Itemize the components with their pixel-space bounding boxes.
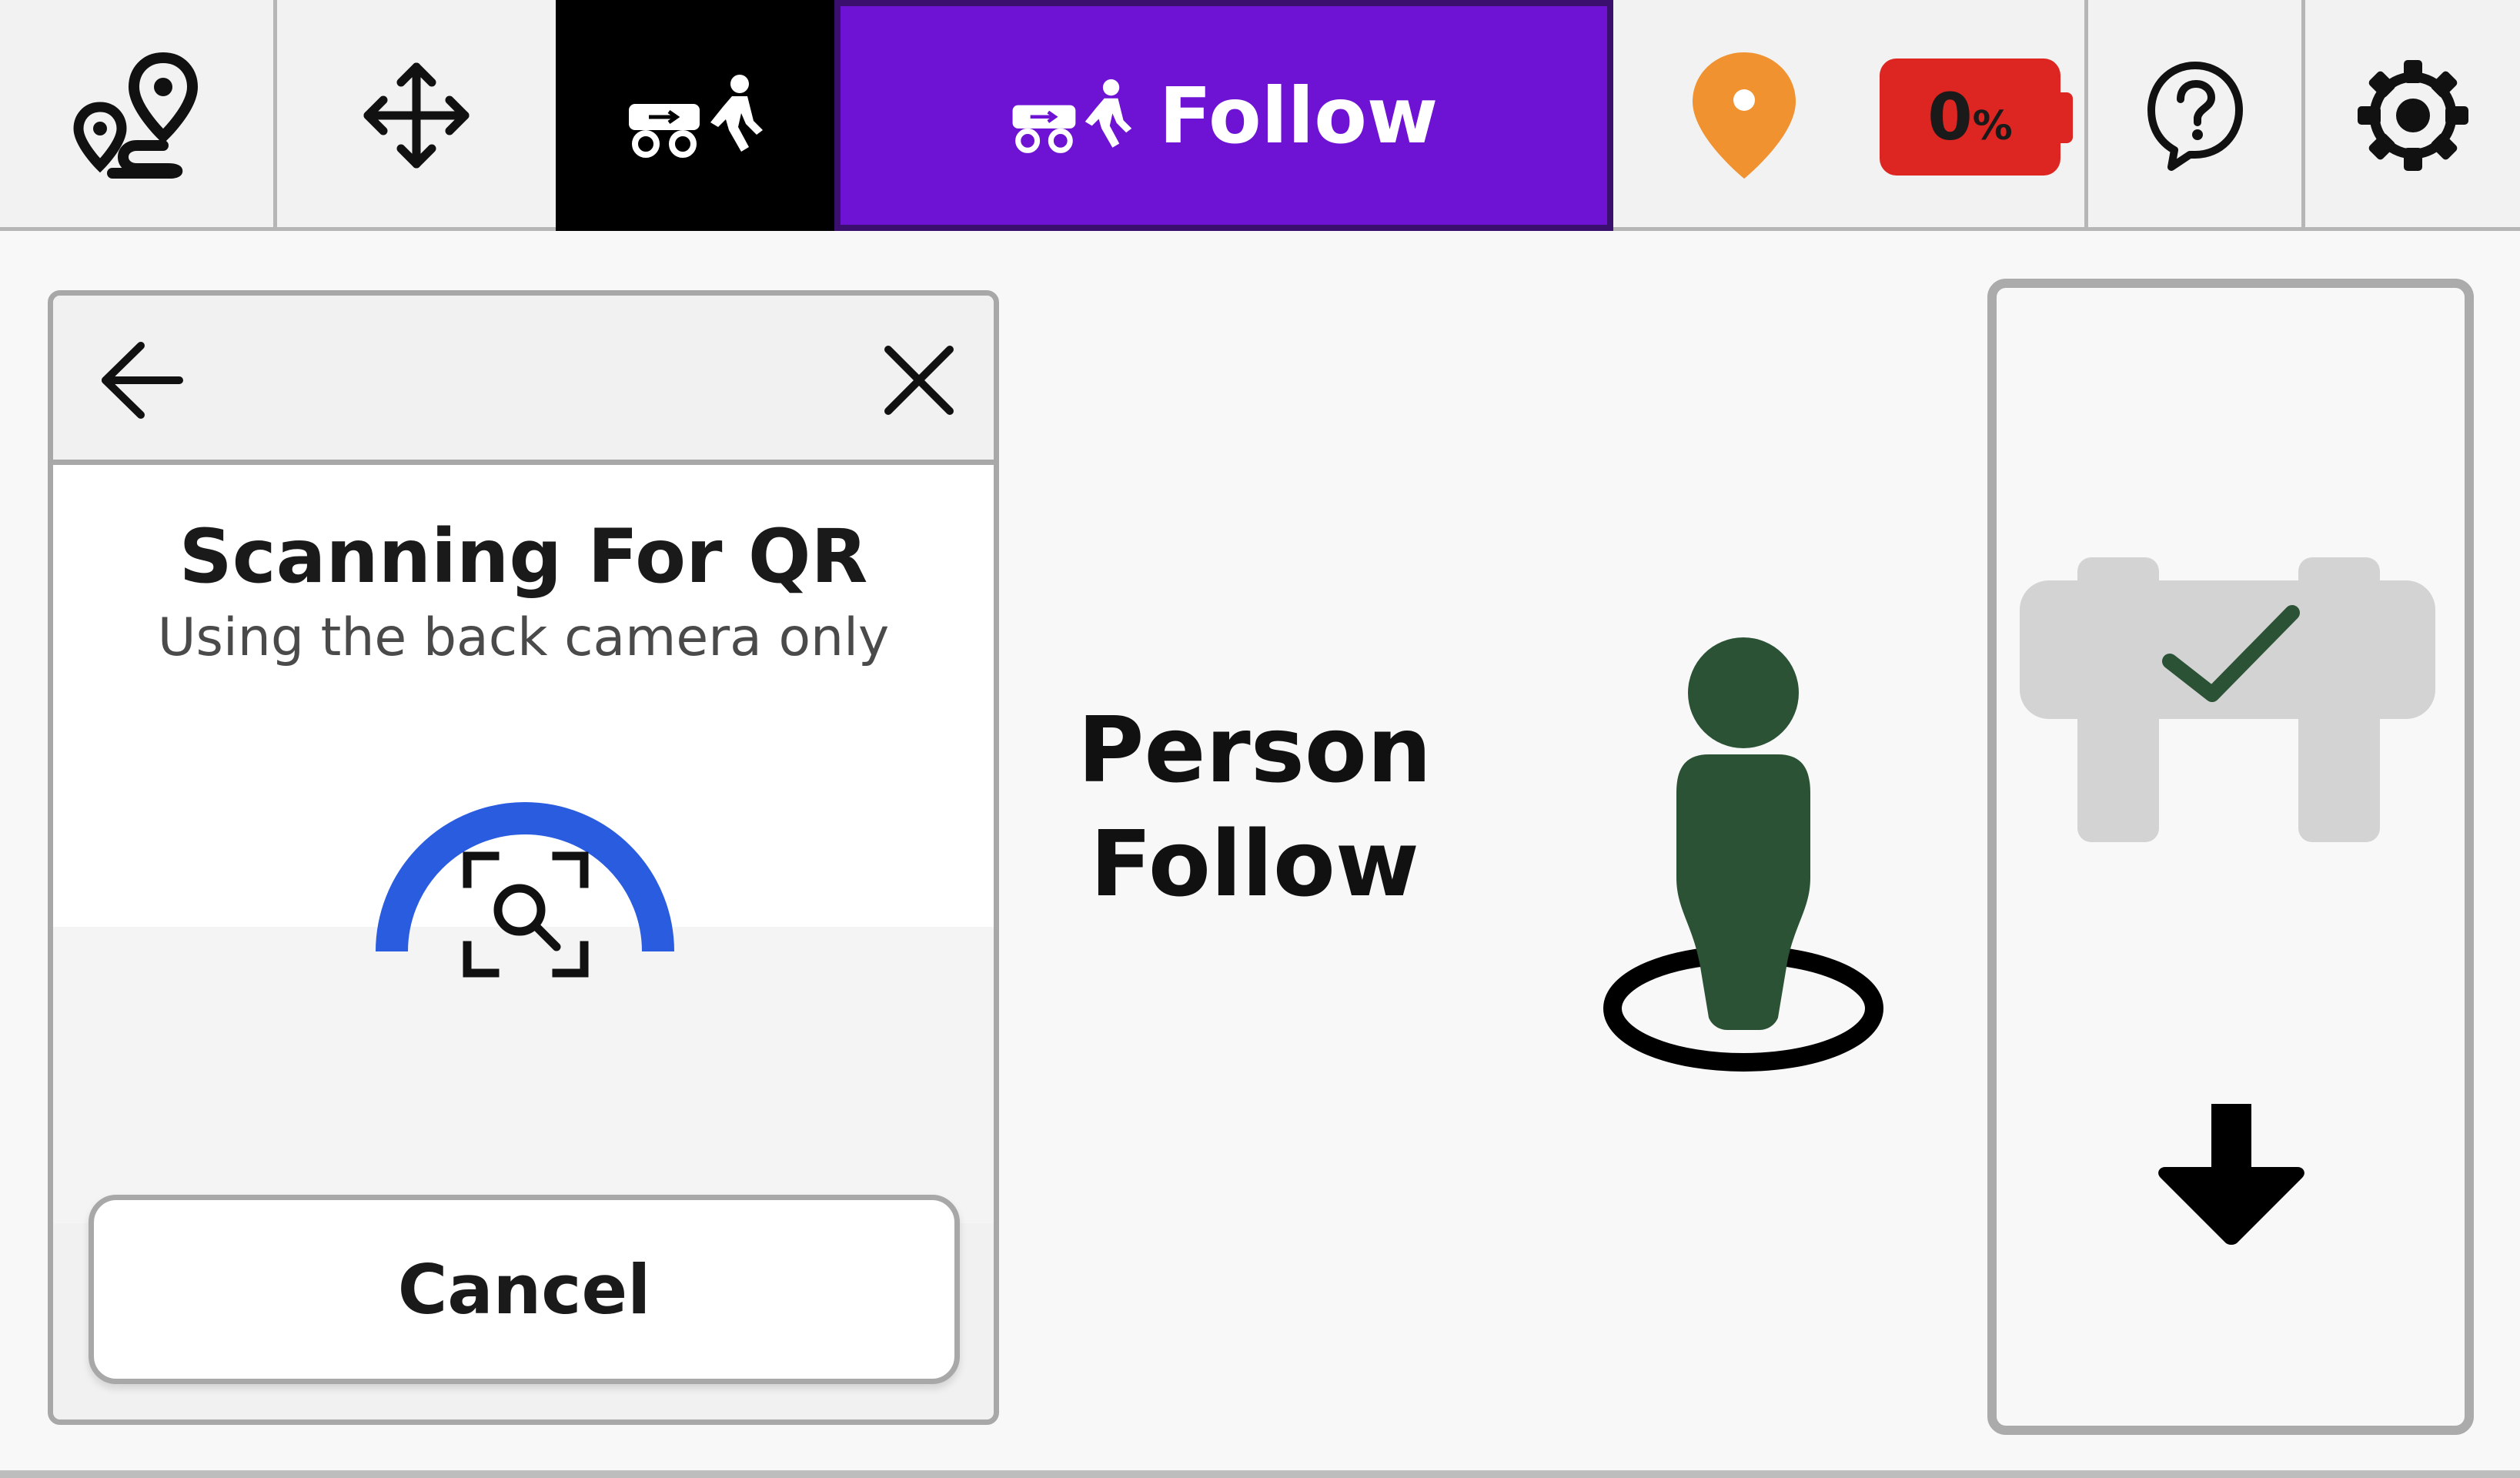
battery-indicator: 0% [1880,59,2060,176]
qr-scan-icon [463,851,589,978]
person-standing-icon [1603,637,1883,1072]
scan-title: Scanning For QR [179,513,868,600]
robot-follow-tab[interactable] [556,0,834,231]
top-toolbar: Follow 0% [0,0,2520,231]
bottom-border [0,1470,2520,1478]
battery-percentage: 0% [1927,79,2013,155]
help-button[interactable] [2088,0,2301,231]
close-button[interactable] [869,334,969,426]
battery-terminal [2060,92,2073,143]
robot-status-panel [1987,279,2474,1435]
follow-mode-button[interactable]: Follow [834,0,1613,231]
mode-title: Person Follow [1024,693,1486,921]
location-button[interactable] [1613,0,1875,231]
panel-header [53,296,994,465]
back-button[interactable] [87,334,195,426]
close-icon [884,346,954,415]
route-icon [72,52,198,179]
route-button[interactable] [0,0,273,231]
settings-button[interactable] [2305,0,2520,231]
mode-title-line2: Follow [1090,811,1419,917]
qr-scan-panel: Scanning For QR Using the back camera on… [48,290,999,1425]
scan-subtitle: Using the back camera only [157,607,890,668]
robot-follow-person-icon [1012,79,1131,153]
back-arrow-icon [102,342,183,419]
move-arrows-icon [363,62,470,169]
mode-title-line1: Person [1077,697,1432,803]
help-bubble-icon [2147,62,2243,171]
cancel-button[interactable]: Cancel [89,1195,960,1384]
robot-follow-person-icon [629,75,763,158]
down-button[interactable] [2143,1088,2320,1258]
robot-checked-icon [2020,557,2435,842]
location-pin-icon [1693,52,1796,179]
follow-mode-label: Follow [1158,70,1439,161]
down-arrow-icon [2158,1104,2304,1245]
move-button[interactable] [277,0,556,231]
gear-icon [2357,60,2468,171]
